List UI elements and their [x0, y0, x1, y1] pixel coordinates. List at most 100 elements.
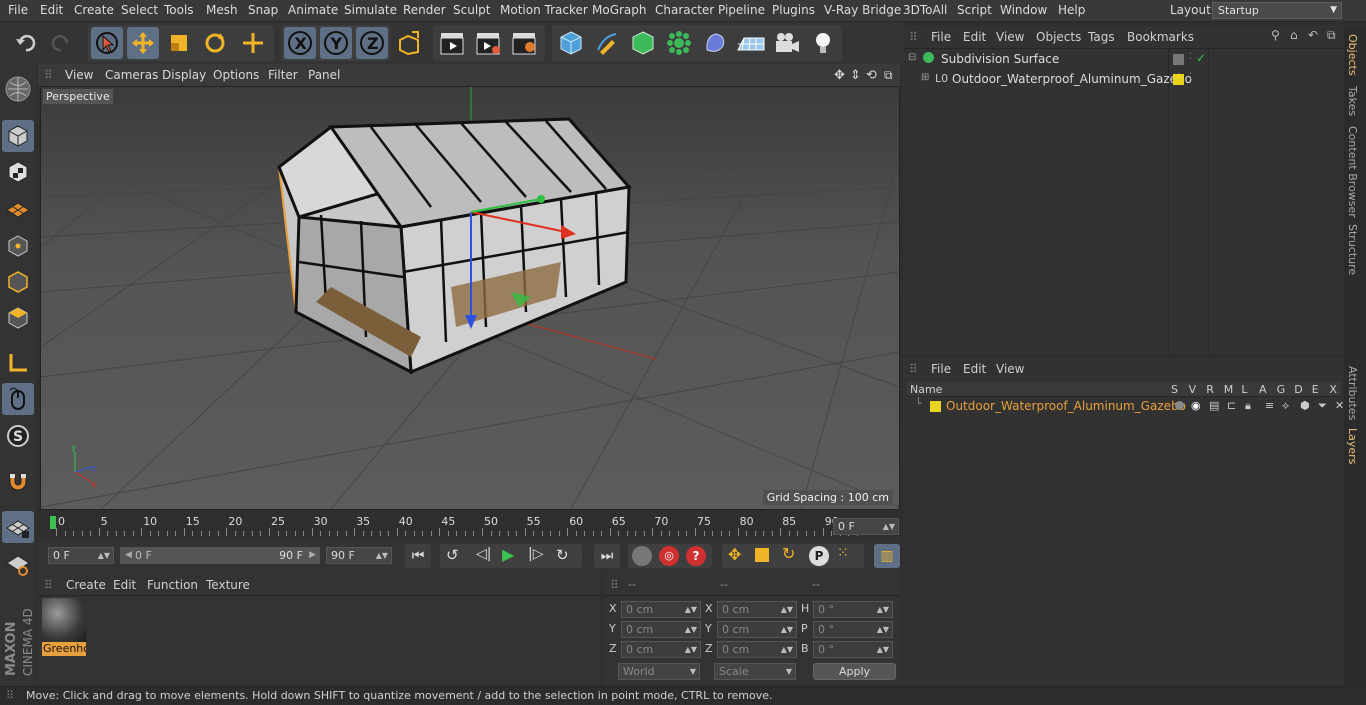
z-axis-button[interactable]: Z: [356, 27, 388, 59]
deformer-toggle-icon[interactable]: ⬢: [1300, 399, 1310, 412]
menu-mograph[interactable]: MoGraph: [592, 3, 647, 17]
workplane-lock-button[interactable]: [2, 511, 34, 543]
menu-select[interactable]: Select: [121, 3, 158, 17]
coord-position-field[interactable]: 0 cm ▲▼: [621, 621, 701, 638]
cloner-button[interactable]: [663, 27, 695, 59]
coord-rotation-field[interactable]: 0 ° ▲▼: [813, 601, 893, 618]
light-button[interactable]: [807, 27, 839, 59]
polygons-mode-button[interactable]: [2, 302, 34, 334]
viewport-maximize-icon[interactable]: ⧉: [884, 68, 893, 83]
animation-icon[interactable]: ≡: [1265, 399, 1274, 412]
enabled-check-icon[interactable]: ✓: [1196, 51, 1206, 65]
object-name[interactable]: Subdivision Surface: [941, 52, 1059, 66]
redo-button[interactable]: [45, 27, 77, 59]
menu-create[interactable]: Create: [74, 3, 114, 17]
menu-plugins[interactable]: Plugins: [772, 3, 815, 17]
menu-edit[interactable]: Edit: [40, 3, 63, 17]
go-to-start-button[interactable]: ⏮: [405, 544, 431, 568]
layer-header-col[interactable]: D: [1294, 383, 1302, 396]
menu-simulate[interactable]: Simulate: [344, 3, 397, 17]
step-back-icon[interactable]: ◁|: [476, 546, 491, 562]
layer-header-col[interactable]: R: [1206, 383, 1214, 396]
coord-rotation-field[interactable]: 0 ° ▲▼: [813, 641, 893, 658]
layer-header-col[interactable]: G: [1277, 383, 1286, 396]
coord-position-field[interactable]: 0 cm ▲▼: [621, 641, 701, 658]
timeline-button[interactable]: ▥: [874, 544, 900, 568]
layer-header-col[interactable]: E: [1312, 383, 1319, 396]
vp-menu-display[interactable]: Display: [162, 68, 206, 82]
lock-icon[interactable]: 🔒︎: [1245, 399, 1251, 413]
object-row-gazebo[interactable]: ⊞ L0 Outdoor_Waterproof_Aluminum_Gazebo …: [903, 70, 1343, 90]
solo-dot-icon[interactable]: [1175, 401, 1184, 410]
key-rotation-icon[interactable]: ↻: [782, 544, 795, 563]
tab-takes[interactable]: Takes: [1346, 86, 1359, 116]
obj-menu-tags[interactable]: Tags: [1088, 30, 1115, 44]
render-clapboard-icon[interactable]: ▤: [1209, 399, 1219, 412]
frame-range-slider[interactable]: ◀ 0 F 90 F ▶: [120, 547, 320, 564]
render-settings-button[interactable]: [508, 27, 540, 59]
menu-file[interactable]: File: [8, 3, 28, 17]
layer-menu-file[interactable]: File: [931, 362, 951, 376]
menu-3dtoall[interactable]: 3DToAll: [903, 3, 947, 17]
menu-window[interactable]: Window: [1000, 3, 1047, 17]
eye-icon[interactable]: ◉: [1191, 399, 1201, 412]
viewport-rotate-icon[interactable]: ⟲: [866, 68, 877, 83]
viewport-move-icon[interactable]: ✥: [834, 68, 845, 83]
vp-menu-view[interactable]: View: [65, 68, 93, 82]
menu-tools[interactable]: Tools: [164, 3, 194, 17]
layer-swatch-icon[interactable]: [1173, 54, 1184, 65]
vp-menu-cameras[interactable]: Cameras: [105, 68, 158, 82]
current-frame-field[interactable]: 0 F ▲▼: [833, 518, 899, 535]
material-thumbnail[interactable]: [42, 598, 86, 642]
model-mode-button[interactable]: [2, 120, 34, 152]
x-axis-button[interactable]: X: [284, 27, 316, 59]
key-pla-icon[interactable]: ⁙: [837, 545, 849, 561]
menu-script[interactable]: Script: [957, 3, 992, 17]
next-key-icon[interactable]: ↻: [556, 546, 569, 564]
vp-menu-options[interactable]: Options: [213, 68, 259, 82]
menu-mesh[interactable]: Mesh: [206, 3, 238, 17]
layout-select[interactable]: Startup ▼: [1212, 2, 1342, 19]
record-icon[interactable]: ◎: [659, 546, 679, 566]
visibility-dots-icon[interactable]: ⁚: [1189, 52, 1192, 62]
obj-menu-edit[interactable]: Edit: [963, 30, 986, 44]
coord-mode-select[interactable]: Scale ▼: [714, 663, 796, 680]
workplane-settings-button[interactable]: [2, 548, 34, 580]
coord-system-select[interactable]: World ▼: [618, 663, 700, 680]
end-frame-field[interactable]: 90 F ▲▼: [326, 547, 392, 564]
render-picture-viewer-button[interactable]: [472, 27, 504, 59]
layer-color-swatch[interactable]: [930, 401, 941, 412]
apply-button[interactable]: Apply: [813, 663, 896, 680]
axis-mode-button[interactable]: [2, 347, 34, 379]
transform-button[interactable]: [237, 27, 269, 59]
home-icon[interactable]: ⌂: [1290, 28, 1298, 42]
viewport-zoom-icon[interactable]: ⇕: [850, 68, 861, 83]
deformer-button[interactable]: [699, 27, 731, 59]
coord-rotation-field[interactable]: 0 ° ▲▼: [813, 621, 893, 638]
expand-icon[interactable]: ⊟: [908, 52, 916, 63]
object-row-subdivision[interactable]: ⊟ Subdivision Surface ⁚ ✓: [903, 50, 1343, 70]
vp-menu-filter[interactable]: Filter: [268, 68, 298, 82]
start-frame-field[interactable]: 0 F ▲▼: [48, 547, 114, 564]
visibility-dots-icon[interactable]: ⁚: [1189, 72, 1192, 82]
menu-render[interactable]: Render: [403, 3, 446, 17]
layer-swatch-icon[interactable]: [1173, 74, 1184, 85]
maximize-panel-icon[interactable]: ⧉: [1327, 28, 1336, 43]
expand-icon[interactable]: ⊞: [921, 72, 929, 83]
layer-name[interactable]: Outdoor_Waterproof_Aluminum_Gazebo: [946, 399, 1186, 413]
camera-button[interactable]: [771, 27, 803, 59]
live-selection-button[interactable]: [91, 27, 123, 59]
tab-structure[interactable]: Structure: [1346, 224, 1359, 275]
coord-size-field[interactable]: 0 cm ▲▼: [717, 641, 797, 658]
prev-key-icon[interactable]: ↺: [446, 546, 459, 564]
mat-menu-texture[interactable]: Texture: [206, 578, 250, 592]
menu-animate[interactable]: Animate: [288, 3, 338, 17]
expression-icon[interactable]: ⏷: [1318, 399, 1327, 413]
timeline-ruler[interactable]: 0 5 10 15 20 25 30 35 40 45 50 55 60 65 70 75 80 85 90 0 F…: [38, 510, 900, 538]
tweak-mode-button[interactable]: [2, 383, 34, 415]
scale-button[interactable]: [163, 27, 195, 59]
menu-sculpt[interactable]: Sculpt: [453, 3, 490, 17]
menu-vray-bridge[interactable]: V-Ray Bridge: [824, 3, 901, 17]
undo-button[interactable]: [10, 27, 42, 59]
pen-button[interactable]: [591, 27, 623, 59]
